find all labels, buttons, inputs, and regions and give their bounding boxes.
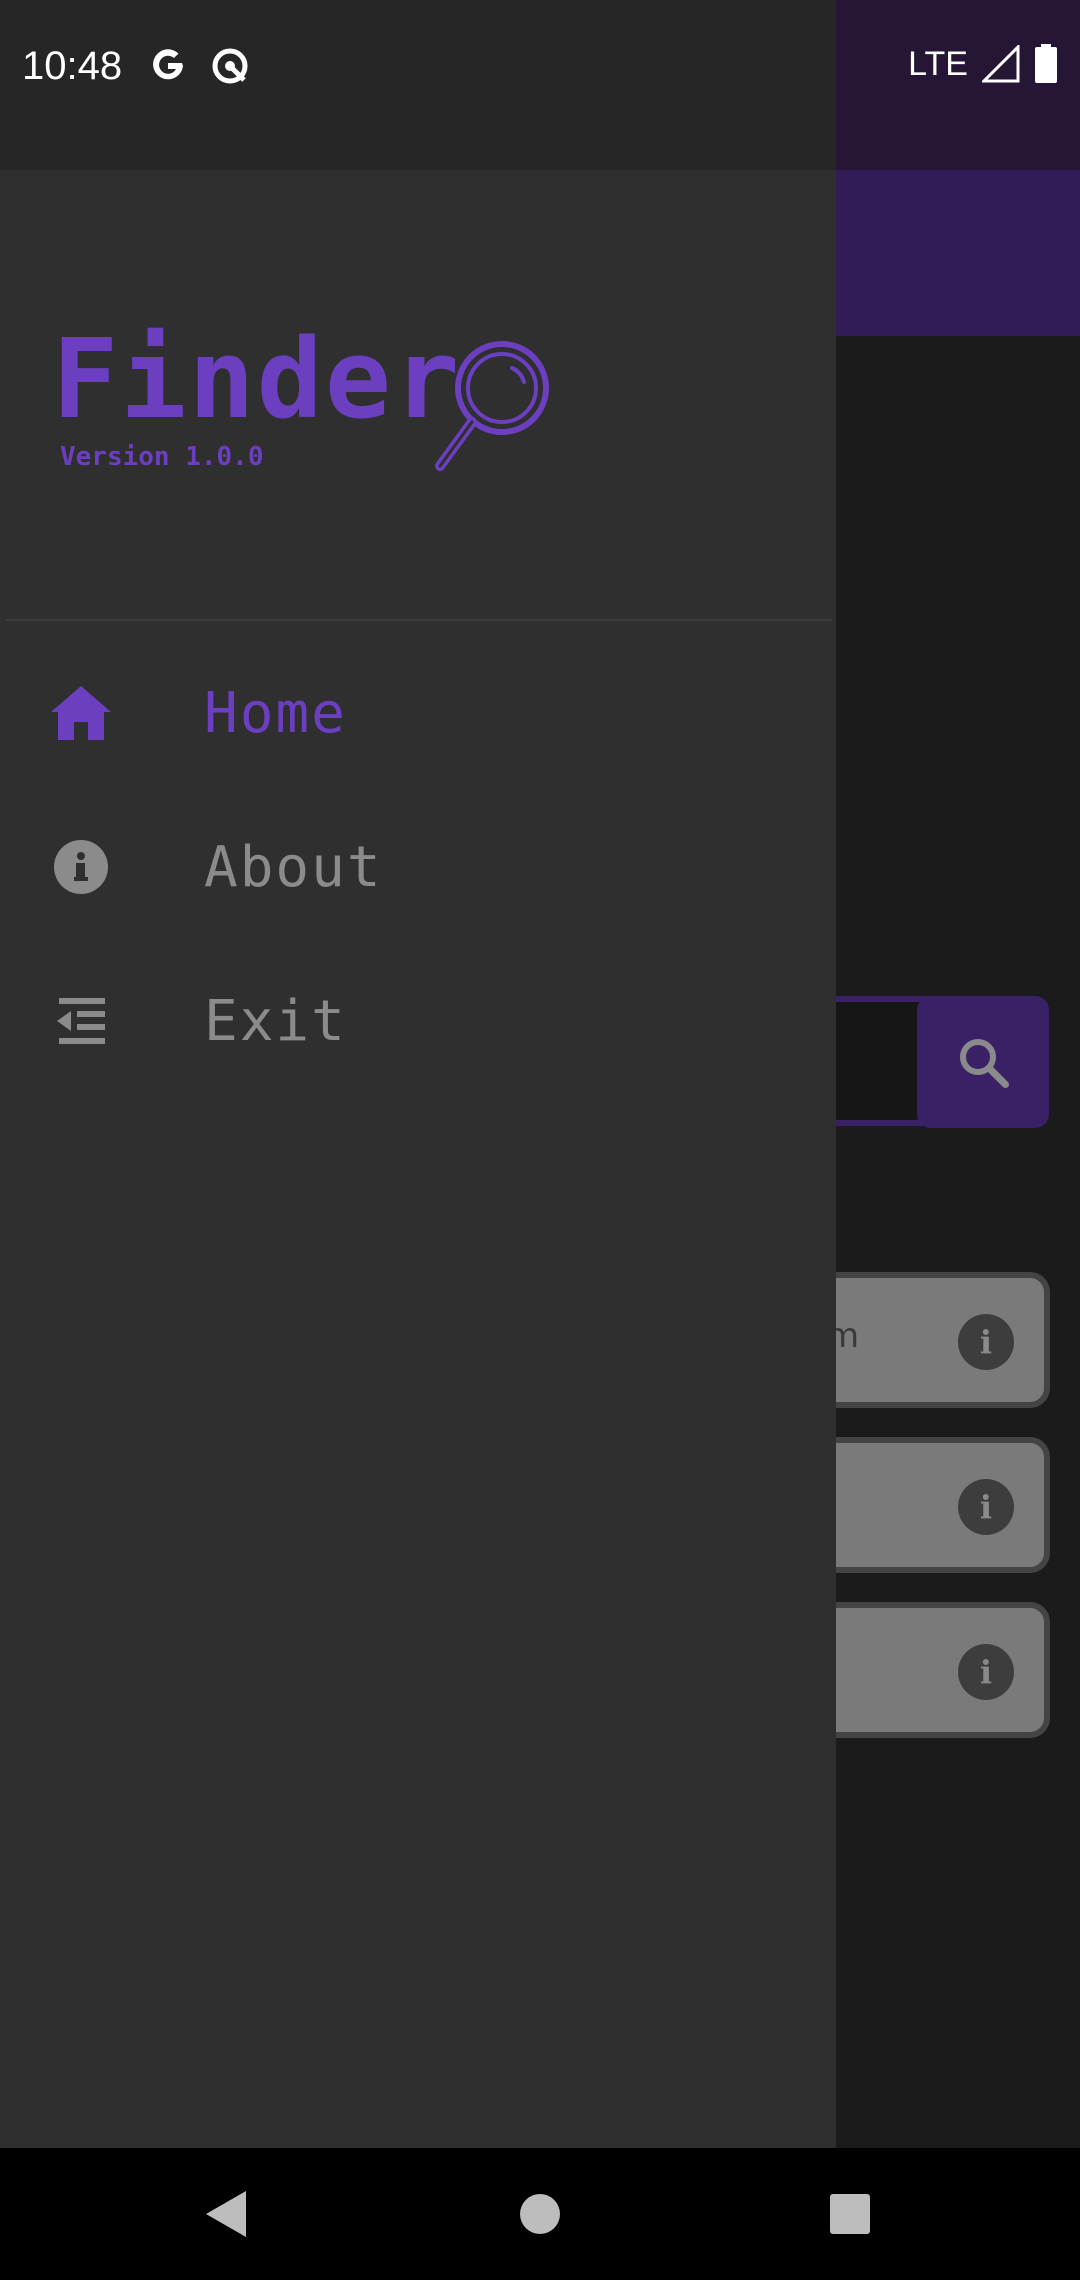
background-search-button [917, 996, 1049, 1128]
network-type: LTE [908, 44, 968, 83]
info-icon: i [958, 1644, 1014, 1700]
menu-item-home[interactable]: Home [0, 638, 836, 788]
signal-icon [982, 45, 1020, 83]
menu-item-exit[interactable]: Exit [0, 946, 836, 1096]
status-right-icons: LTE [908, 44, 1058, 84]
magnifier-logo-icon [435, 341, 549, 471]
home-icon [48, 680, 114, 746]
exit-icon [48, 988, 114, 1054]
info-icon [48, 834, 114, 900]
menu-item-label: Home [204, 680, 347, 746]
search-icon [960, 1039, 1009, 1088]
drawer-status-area [0, 0, 836, 170]
recents-icon[interactable] [818, 2182, 882, 2246]
drawer-header: Finder Version 1.0.0 [0, 170, 836, 618]
system-navigation-bar [0, 2148, 1080, 2280]
navigation-drawer: Finder Version 1.0.0 Home About Exit [0, 170, 836, 2148]
app-version: Version 1.0.0 [60, 442, 264, 472]
status-left-icons [148, 46, 250, 86]
info-icon: i [958, 1314, 1014, 1370]
info-icon: i [958, 1479, 1014, 1535]
home-circle-icon[interactable] [508, 2182, 572, 2246]
app-title: Finder [52, 315, 462, 443]
google-icon [153, 49, 183, 80]
menu-item-label: About [204, 834, 383, 900]
menu-item-label: Exit [204, 988, 347, 1054]
status-time: 10:48 [22, 44, 123, 88]
battery-icon [1035, 44, 1057, 83]
data-saver-icon [212, 48, 248, 84]
menu-item-about[interactable]: About [0, 792, 836, 942]
back-icon[interactable] [194, 2182, 258, 2246]
drawer-divider [6, 619, 832, 621]
